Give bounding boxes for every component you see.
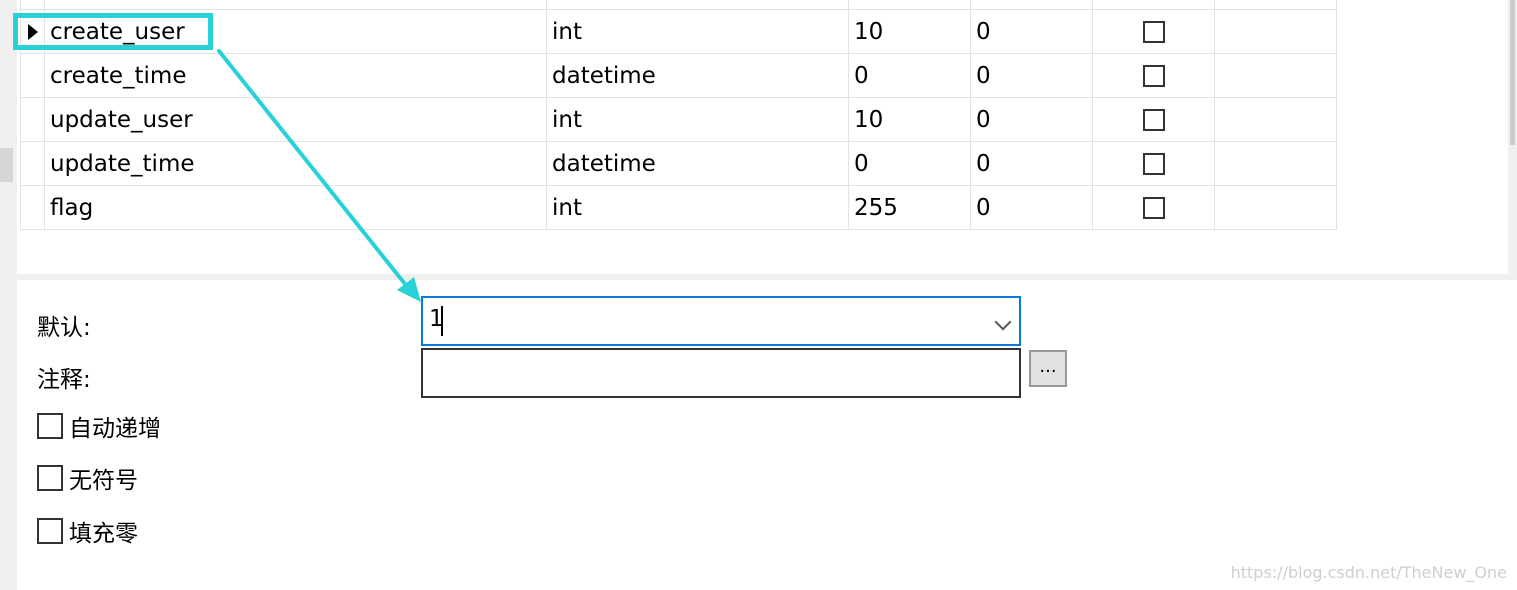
field-length-cell[interactable]: 10	[848, 97, 971, 142]
option-label: 无符号	[69, 468, 138, 494]
not-null-checkbox[interactable]	[1142, 65, 1165, 87]
comment-label: 注释:	[37, 367, 91, 393]
table-row[interactable]	[20, 0, 1337, 10]
comment-expand-button[interactable]: ...	[1029, 350, 1067, 387]
left-gutter	[0, 0, 17, 590]
not-null-cell[interactable]	[1092, 97, 1215, 142]
default-label: 默认:	[37, 315, 91, 341]
option-label: 自动递增	[69, 416, 161, 442]
field-length-cell[interactable]: 0	[848, 141, 971, 186]
table-row[interactable]: update_user int 10 0	[20, 97, 1337, 142]
row-selector[interactable]	[20, 141, 45, 186]
field-decimals-cell[interactable]: 0	[970, 97, 1093, 142]
gutter-marker	[0, 148, 13, 182]
field-decimals-cell[interactable]: 0	[970, 53, 1093, 98]
row-selector[interactable]	[20, 53, 45, 98]
option-zerofill[interactable]: 填充零	[37, 514, 138, 548]
grid-scrollbar[interactable]	[1508, 0, 1517, 276]
field-decimals-cell[interactable]: 0	[970, 141, 1093, 186]
comment-input[interactable]	[421, 348, 1021, 398]
not-null-checkbox[interactable]	[1142, 109, 1165, 131]
checkbox-zerofill[interactable]	[37, 518, 63, 544]
not-null-cell[interactable]	[1092, 53, 1215, 98]
field-extra-cell[interactable]	[1214, 9, 1337, 54]
field-type-cell[interactable]: int	[546, 9, 849, 54]
table-row[interactable]: flag int 255 0	[20, 185, 1337, 230]
field-type-cell[interactable]: datetime	[546, 53, 849, 98]
not-null-cell[interactable]	[1092, 141, 1215, 186]
not-null-checkbox[interactable]	[1142, 153, 1165, 175]
checkbox-unsigned[interactable]	[37, 465, 63, 491]
not-null-checkbox[interactable]	[1142, 21, 1165, 43]
text-caret	[441, 306, 443, 336]
option-unsigned[interactable]: 无符号	[37, 461, 138, 495]
field-name-cell[interactable]: update_time	[44, 141, 547, 186]
field-decimals-cell[interactable]: 0	[970, 9, 1093, 54]
row-selector[interactable]	[20, 185, 45, 230]
field-length-cell[interactable]: 255	[848, 185, 971, 230]
default-value-combobox[interactable]: 1	[421, 296, 1021, 346]
field-extra-cell[interactable]	[1214, 97, 1337, 142]
field-extra-cell[interactable]	[1214, 141, 1337, 186]
field-name-cell[interactable]: flag	[44, 185, 547, 230]
panel-separator	[17, 274, 1517, 280]
field-length-cell[interactable]: 0	[848, 53, 971, 98]
fields-table: create_user int 10 0 create_time datetime 0 0 up…	[20, 0, 1337, 230]
field-length-cell[interactable]: 10	[848, 9, 971, 54]
row-selector[interactable]	[20, 9, 45, 54]
option-label: 填充零	[69, 521, 138, 547]
table-row[interactable]: create_user int 10 0	[20, 9, 1337, 54]
field-type-cell[interactable]: int	[546, 97, 849, 142]
chevron-down-icon[interactable]	[994, 313, 1012, 331]
not-null-checkbox[interactable]	[1142, 197, 1165, 219]
field-type-cell[interactable]: int	[546, 185, 849, 230]
field-extra-cell[interactable]	[1214, 185, 1337, 230]
table-row[interactable]: create_time datetime 0 0	[20, 53, 1337, 98]
watermark: https://blog.csdn.net/TheNew_One	[1230, 563, 1507, 582]
current-row-arrow-icon	[28, 23, 38, 40]
field-decimals-cell[interactable]: 0	[970, 185, 1093, 230]
not-null-cell[interactable]	[1092, 185, 1215, 230]
checkbox-auto-increment[interactable]	[37, 413, 63, 439]
not-null-cell[interactable]	[1092, 9, 1215, 54]
option-auto-increment[interactable]: 自动递增	[37, 409, 161, 443]
table-row[interactable]: update_time datetime 0 0	[20, 141, 1337, 186]
field-name-cell[interactable]: update_user	[44, 97, 547, 142]
field-type-cell[interactable]: datetime	[546, 141, 849, 186]
row-selector[interactable]	[20, 97, 45, 142]
field-name-cell[interactable]: create_time	[44, 53, 547, 98]
field-extra-cell[interactable]	[1214, 53, 1337, 98]
scrollbar-thumb[interactable]	[1510, 0, 1515, 145]
field-name-cell[interactable]: create_user	[44, 9, 547, 54]
